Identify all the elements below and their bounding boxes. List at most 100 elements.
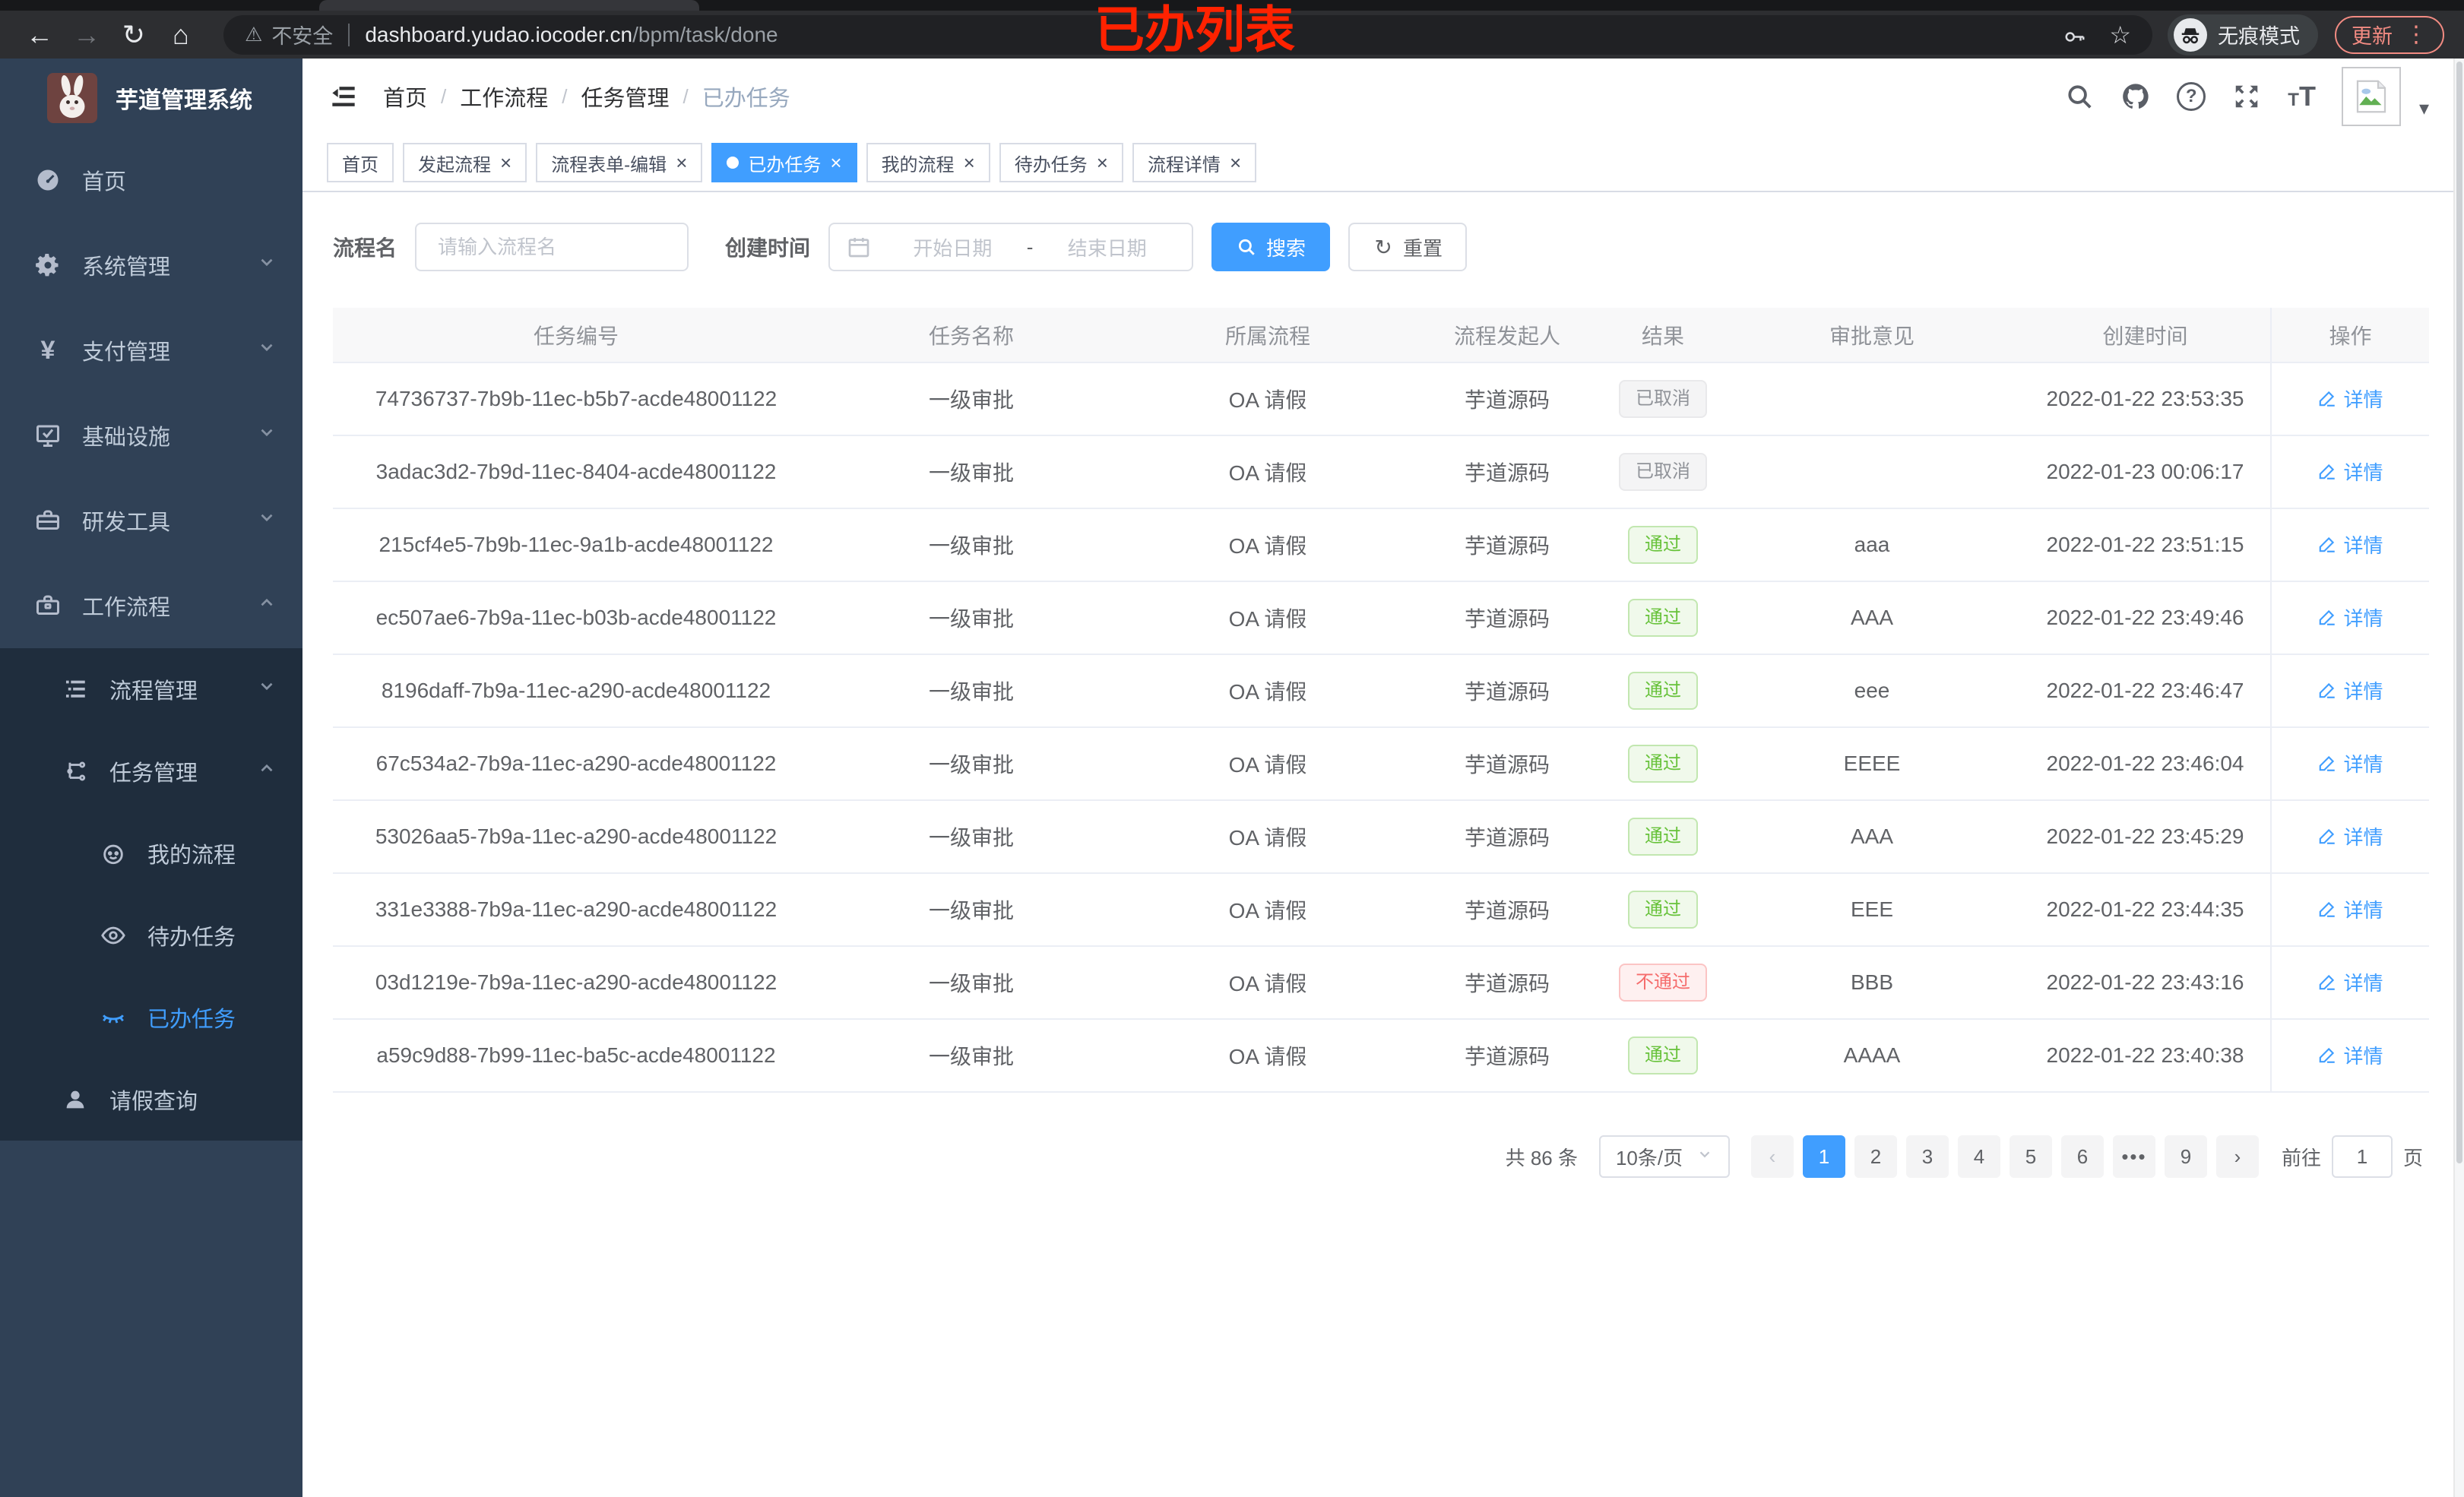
font-size-icon[interactable]: TT <box>2288 81 2316 112</box>
table-row: 03d1219e-7b9a-11ec-a290-acde48001122 一级审… <box>333 946 2429 1020</box>
top-navbar: 首页 工作流程 任务管理 已办任务 ? TT <box>302 59 2453 135</box>
sidebar-item-done-tasks[interactable]: 已办任务 <box>0 976 302 1059</box>
tab-close-icon[interactable]: × <box>676 153 687 172</box>
table-row: 53026aa5-7b9a-11ec-a290-acde48001122 一级审… <box>333 800 2429 874</box>
annotation-text: 已办列表 <box>1094 2 1295 58</box>
edit-pen-icon <box>2320 1048 2336 1064</box>
sidebar-item-task-management[interactable]: 任务管理 <box>0 730 302 812</box>
detail-link[interactable]: 详情 <box>2317 676 2383 704</box>
tab-label: 待办任务 <box>1014 154 1088 176</box>
detail-link[interactable]: 详情 <box>2317 457 2383 486</box>
task-id: 3adac3d2-7b9d-11ec-8404-acde48001122 <box>375 460 777 483</box>
detail-link[interactable]: 详情 <box>2317 385 2383 413</box>
tab-close-icon[interactable]: × <box>830 153 841 172</box>
detail-link[interactable]: 详情 <box>2317 603 2383 631</box>
caret-down-icon[interactable]: ▾ <box>2419 97 2429 120</box>
view-tab[interactable]: 我的流程 × <box>866 143 990 182</box>
scrollbar-thumb[interactable] <box>2456 62 2462 1163</box>
page-button[interactable]: ••• <box>2112 1135 2155 1178</box>
view-tab[interactable]: 首页 × <box>327 143 394 182</box>
avatar[interactable] <box>2341 67 2401 126</box>
page-button[interactable]: 3 <box>1905 1135 1949 1178</box>
column-header-label: 任务名称 <box>928 324 1014 348</box>
sidebar-item-infrastructure[interactable]: 基础设施 <box>0 393 302 478</box>
detail-link[interactable]: 详情 <box>2317 822 2383 850</box>
created-time: 2022-01-22 23:46:47 <box>2046 679 2244 702</box>
created-time: 2022-01-22 23:45:29 <box>2046 824 2244 848</box>
browser-update-button[interactable]: 更新 ⋮ <box>2335 15 2444 54</box>
window-scrollbar[interactable] <box>2453 59 2464 1497</box>
github-icon[interactable] <box>2120 81 2151 112</box>
search-icon[interactable] <box>2064 81 2095 112</box>
detail-link[interactable]: 详情 <box>2317 749 2383 777</box>
detail-label: 详情 <box>2343 679 2383 703</box>
view-tab[interactable]: 发起流程 × <box>403 143 527 182</box>
page-size-select[interactable]: 10条/页 <box>1598 1135 1730 1178</box>
prev-page-button[interactable]: ‹ <box>1750 1135 1794 1178</box>
browser-menu-icon[interactable]: ⋮ <box>2405 21 2428 48</box>
sidebar-item-todo-tasks[interactable]: 待办任务 <box>0 894 302 976</box>
breadcrumb-task-management[interactable]: 任务管理 <box>581 81 670 112</box>
help-icon[interactable]: ? <box>2177 82 2206 111</box>
process-starter: 芋道源码 <box>1464 388 1550 412</box>
goto-page-input[interactable] <box>2331 1135 2393 1178</box>
sidebar-item-my-process[interactable]: 我的流程 <box>0 812 302 894</box>
page-button[interactable]: 4 <box>1957 1135 2000 1178</box>
detail-link[interactable]: 详情 <box>2317 895 2383 923</box>
column-header: 结果 <box>1602 308 1724 363</box>
tab-close-icon[interactable]: × <box>1230 153 1241 172</box>
fullscreen-icon[interactable] <box>2231 81 2262 112</box>
page-button[interactable]: 9 <box>2164 1135 2207 1178</box>
view-tab[interactable]: 待办任务 × <box>999 143 1123 182</box>
reset-button[interactable]: ↻ 重置 <box>1348 223 1468 271</box>
tab-close-icon[interactable]: × <box>1097 153 1108 172</box>
start-date-placeholder: 开始日期 <box>913 236 993 260</box>
tree-list-icon <box>61 675 90 704</box>
breadcrumb-workflow[interactable]: 工作流程 <box>460 81 548 112</box>
app-logo-row[interactable]: 芋道管理系统 <box>0 59 302 138</box>
browser-active-tab[interactable] <box>319 0 699 11</box>
detail-link[interactable]: 详情 <box>2317 530 2383 559</box>
process-name-input[interactable] <box>415 223 689 271</box>
process-name: OA 请假 <box>1228 972 1307 995</box>
detail-link[interactable]: 详情 <box>2317 968 2383 996</box>
search-button[interactable]: 搜索 <box>1211 223 1331 271</box>
sidebar-item-system[interactable]: 系统管理 <box>0 223 302 308</box>
sidebar-item-workflow[interactable]: 工作流程 <box>0 563 302 648</box>
tab-close-icon[interactable]: × <box>964 153 975 172</box>
page-button[interactable]: 6 <box>2060 1135 2104 1178</box>
column-header: 审批意见 <box>1724 308 2020 363</box>
browser-reload-button[interactable]: ↻ <box>114 15 154 55</box>
sidebar-item-home[interactable]: 首页 <box>0 138 302 223</box>
tab-close-icon[interactable]: × <box>500 153 511 172</box>
sidebar-item-leave-query[interactable]: 请假查询 <box>0 1059 302 1141</box>
next-page-button[interactable]: › <box>2215 1135 2259 1178</box>
saved-password-key-icon[interactable] <box>2063 24 2086 46</box>
browser-forward-button[interactable]: → <box>67 15 106 55</box>
date-range-picker[interactable]: 开始日期 - 结束日期 <box>828 223 1194 271</box>
breadcrumb: 首页 工作流程 任务管理 已办任务 <box>383 81 790 112</box>
table-row: 67c534a2-7b9a-11ec-a290-acde48001122 一级审… <box>333 727 2429 801</box>
sidebar-collapse-icon[interactable] <box>327 80 360 113</box>
browser-back-button[interactable]: ← <box>20 15 59 55</box>
view-tab[interactable]: 流程详情 × <box>1132 143 1257 182</box>
detail-link[interactable]: 详情 <box>2317 1041 2383 1069</box>
browser-home-button[interactable]: ⌂ <box>161 15 201 55</box>
page-button[interactable]: 1 <box>1802 1135 1845 1178</box>
sidebar-item-payment[interactable]: ¥ 支付管理 <box>0 308 302 393</box>
sidebar-item-devtools[interactable]: 研发工具 <box>0 478 302 563</box>
view-tab[interactable]: 已办任务 × <box>711 143 857 182</box>
page-button[interactable]: 2 <box>1854 1135 1897 1178</box>
task-name: 一级审批 <box>928 680 1014 704</box>
process-starter: 芋道源码 <box>1464 753 1550 777</box>
bookmark-star-icon[interactable]: ☆ <box>2109 21 2131 49</box>
created-time: 2022-01-22 23:44:35 <box>2046 897 2244 921</box>
view-tab[interactable]: 流程表单-编辑 × <box>536 143 703 182</box>
detail-label: 详情 <box>2343 388 2383 411</box>
result-tag: 通过 <box>1628 598 1698 638</box>
breadcrumb-home[interactable]: 首页 <box>383 81 427 112</box>
page-button[interactable]: 5 <box>2009 1135 2052 1178</box>
search-button-icon <box>1236 236 1257 258</box>
created-time: 2022-01-22 23:46:04 <box>2046 752 2244 775</box>
sidebar-item-process-management[interactable]: 流程管理 <box>0 648 302 730</box>
